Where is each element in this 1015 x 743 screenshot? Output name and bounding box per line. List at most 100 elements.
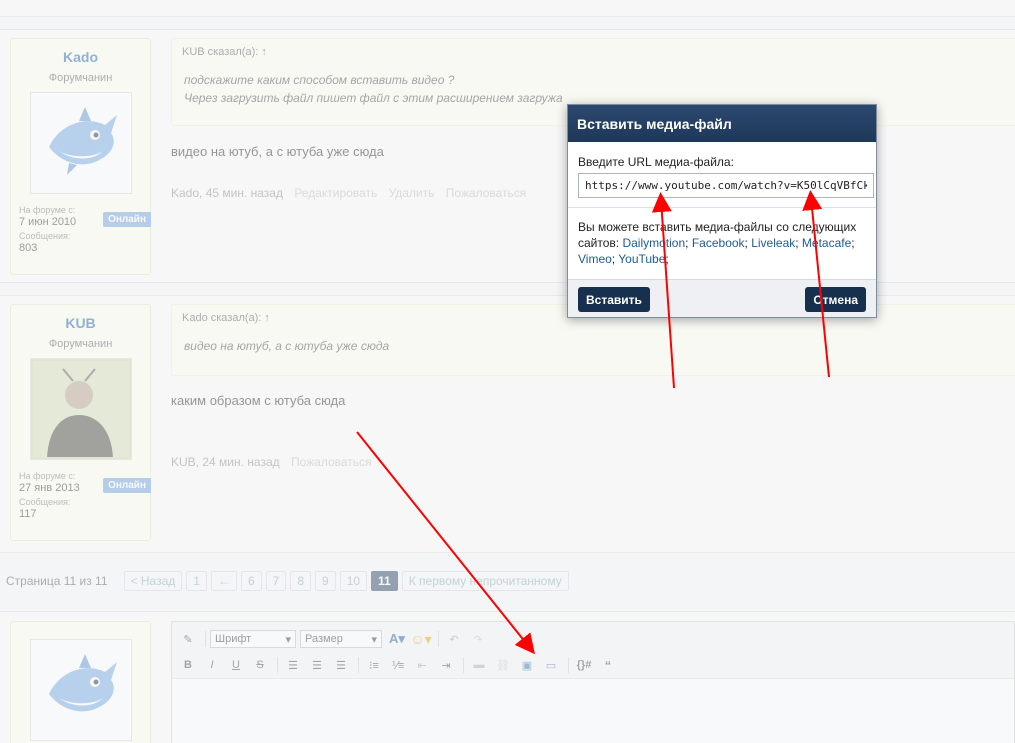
report-link[interactable]: Пожаловаться bbox=[446, 186, 527, 200]
rich-text-editor: ✎ Шрифт ▾ Размер ▾ A▾ ☺▾ ↶ ↷ B I U S ☰ ☰… bbox=[171, 621, 1015, 743]
toolbar-separator bbox=[463, 657, 464, 673]
site-link-metacafe[interactable]: Metacafe bbox=[802, 236, 851, 250]
toolbar-separator bbox=[205, 631, 206, 647]
size-select-label: Размер bbox=[305, 633, 343, 645]
align-center-icon[interactable]: ☰ bbox=[306, 655, 328, 675]
undo-icon[interactable]: ↶ bbox=[443, 629, 465, 649]
link-icon[interactable]: ▬ bbox=[468, 655, 490, 675]
url-label: Введите URL медиа-файла: bbox=[578, 155, 734, 169]
page-8-button[interactable]: 8 bbox=[290, 571, 311, 591]
prev-page-button[interactable]: < Назад bbox=[123, 571, 183, 591]
image-icon[interactable]: ▣ bbox=[516, 655, 538, 675]
messages-label: Сообщения: bbox=[19, 497, 71, 507]
post-time[interactable]: Kado, 45 мин. назад bbox=[171, 186, 283, 200]
reply-area: ✎ Шрифт ▾ Размер ▾ A▾ ☺▾ ↶ ↷ B I U S ☰ ☰… bbox=[0, 611, 1015, 743]
smiley-icon[interactable]: ☺▾ bbox=[410, 629, 432, 649]
italic-icon[interactable]: I bbox=[201, 655, 223, 675]
current-page: 11 bbox=[371, 571, 398, 591]
quote-header[interactable]: KUB сказал(а): ↑ bbox=[182, 46, 1005, 58]
post-message: каким образом с ютуба сюда bbox=[171, 393, 346, 408]
messages-count: 803 bbox=[19, 242, 38, 254]
outdent-icon[interactable]: ⇤ bbox=[411, 655, 433, 675]
bold-icon[interactable]: B bbox=[177, 655, 199, 675]
page-7-button[interactable]: 7 bbox=[265, 571, 287, 591]
toolbar-separator bbox=[358, 657, 359, 673]
page-label: Страница 11 из 11 bbox=[6, 574, 108, 588]
online-badge: Онлайн bbox=[103, 478, 151, 493]
avatar bbox=[29, 639, 132, 741]
user-title: Форумчанин bbox=[48, 72, 113, 84]
indent-icon[interactable]: ⇥ bbox=[435, 655, 457, 675]
online-badge: Онлайн bbox=[103, 212, 151, 227]
size-select[interactable]: Размер ▾ bbox=[300, 630, 382, 648]
media-icon[interactable]: ▭ bbox=[540, 655, 562, 675]
reply-user-box bbox=[10, 621, 151, 743]
code-icon[interactable]: {}# bbox=[573, 655, 595, 675]
redo-icon[interactable]: ↷ bbox=[467, 629, 489, 649]
post-message: видео на ютуб, а с ютуба уже сюда bbox=[171, 144, 384, 159]
user-photo-avatar-icon bbox=[32, 361, 129, 457]
page-6-button[interactable]: 6 bbox=[240, 571, 262, 591]
insert-button[interactable]: Вставить bbox=[578, 287, 650, 312]
site-link-dailymotion[interactable]: Dailymotion bbox=[622, 236, 685, 250]
numbered-list-icon[interactable]: ⅟≡ bbox=[387, 655, 409, 675]
user-info-box: KUB Форумчанин Онлайн На форуме с: 27 ян… bbox=[10, 304, 151, 541]
delete-link[interactable]: Удалить bbox=[389, 186, 435, 200]
avatar[interactable] bbox=[29, 92, 132, 194]
quote-icon[interactable]: “ bbox=[597, 655, 619, 675]
unlink-icon[interactable]: ⛓ bbox=[492, 655, 514, 675]
site-link-liveleak[interactable]: Liveleak bbox=[751, 236, 795, 250]
dialog-footer: Вставить Отмена bbox=[568, 279, 876, 317]
dialog-body: Введите URL медиа-файла: bbox=[568, 142, 876, 208]
user-title: Форумчанин bbox=[48, 338, 113, 350]
username[interactable]: KUB bbox=[11, 315, 150, 331]
eraser-icon[interactable]: ✎ bbox=[177, 629, 199, 649]
username[interactable]: Kado bbox=[11, 49, 150, 65]
post-kub: KUB Форумчанин Онлайн На форуме с: 27 ян… bbox=[0, 295, 1015, 553]
avatar[interactable] bbox=[29, 358, 132, 460]
shark-avatar-icon bbox=[48, 107, 117, 175]
page-9-button[interactable]: 9 bbox=[315, 571, 336, 591]
chevron-down-icon: ▾ bbox=[285, 633, 291, 646]
site-link-facebook[interactable]: Facebook bbox=[692, 236, 745, 250]
pagination: Страница 11 из 11 < Назад 1 ← 6 7 8 9 10… bbox=[6, 571, 573, 591]
media-url-input[interactable] bbox=[578, 173, 874, 198]
previous-post-fragment bbox=[0, 0, 1015, 17]
toolbar-row-1: ✎ Шрифт ▾ Размер ▾ A▾ ☺▾ ↶ ↷ bbox=[177, 629, 491, 649]
first-unread-button[interactable]: К первому непрочитанному bbox=[401, 571, 569, 591]
toolbar-row-2: B I U S ☰ ☰ ☰ ⁝≡ ⅟≡ ⇤ ⇥ ▬ ⛓ ▣ ▭ {}# “ bbox=[177, 655, 621, 675]
messages-label: Сообщения: bbox=[19, 231, 71, 241]
quote-line: видео на ютуб, а с ютуба уже сюда bbox=[184, 339, 390, 353]
quote-line: подскажите каким способом вставить видео… bbox=[184, 73, 455, 87]
text-color-icon[interactable]: A▾ bbox=[386, 629, 408, 649]
cancel-button[interactable]: Отмена bbox=[805, 287, 866, 312]
shark-avatar-icon bbox=[48, 654, 117, 712]
chevron-down-icon: ▾ bbox=[371, 633, 377, 646]
insert-media-dialog: Вставить медиа-файл Введите URL медиа-фа… bbox=[567, 104, 877, 318]
quote-text: подскажите каким способом вставить видео… bbox=[182, 71, 1005, 107]
strikethrough-icon[interactable]: S bbox=[249, 655, 271, 675]
post-time[interactable]: KUB, 24 мин. назад bbox=[171, 455, 280, 469]
report-link[interactable]: Пожаловаться bbox=[291, 455, 372, 469]
site-link-vimeo[interactable]: Vimeo bbox=[578, 252, 612, 266]
post-meta: Kado, 45 мин. назад Редактировать Удалит… bbox=[171, 186, 534, 200]
user-info-box: Kado Форумчанин Онлайн На форуме с: 7 ию… bbox=[10, 38, 151, 275]
align-right-icon[interactable]: ☰ bbox=[330, 655, 352, 675]
page-10-button[interactable]: 10 bbox=[339, 571, 368, 591]
page-gap-button[interactable]: ← bbox=[210, 571, 237, 591]
dialog-title: Вставить медиа-файл bbox=[568, 105, 876, 142]
bullet-list-icon[interactable]: ⁝≡ bbox=[363, 655, 385, 675]
underline-icon[interactable]: U bbox=[225, 655, 247, 675]
site-link-youtube[interactable]: YouTube bbox=[618, 252, 665, 266]
toolbar-separator bbox=[568, 657, 569, 673]
post-meta: KUB, 24 мин. назад Пожаловаться bbox=[171, 455, 380, 469]
align-left-icon[interactable]: ☰ bbox=[282, 655, 304, 675]
toolbar-separator bbox=[277, 657, 278, 673]
font-select[interactable]: Шрифт ▾ bbox=[210, 630, 296, 648]
edit-link[interactable]: Редактировать bbox=[294, 186, 377, 200]
supported-sites-note: Вы можете вставить медиа-файлы со следую… bbox=[578, 220, 857, 266]
toolbar-separator bbox=[438, 631, 439, 647]
editor-toolbar: ✎ Шрифт ▾ Размер ▾ A▾ ☺▾ ↶ ↷ B I U S ☰ ☰… bbox=[172, 622, 1014, 679]
page-1-button[interactable]: 1 bbox=[186, 571, 207, 591]
font-select-label: Шрифт bbox=[215, 633, 252, 645]
